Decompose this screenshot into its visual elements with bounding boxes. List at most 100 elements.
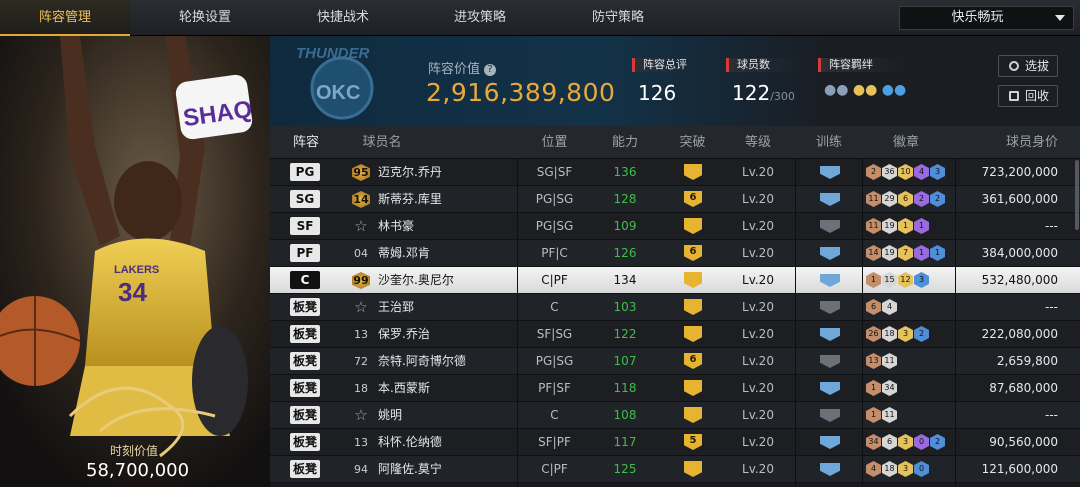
- player-value: ---: [1045, 219, 1058, 233]
- col-position[interactable]: 位置: [522, 126, 587, 159]
- badge-icon: 6: [882, 434, 897, 450]
- badge-list[interactable]: 11 29 6 2 2: [866, 191, 945, 207]
- badge-list[interactable]: 34 6 3 0 2: [866, 434, 945, 450]
- table-row[interactable]: 板凳 ☆ 姚明 C 108 Lv.20 1 11 ---: [270, 402, 1080, 429]
- player-name[interactable]: 奈特.阿奇博尔德: [378, 348, 466, 374]
- player-name[interactable]: 本.西蒙斯: [378, 375, 430, 401]
- col-breakthrough[interactable]: 突破: [660, 126, 725, 159]
- team-logo-text: OKC: [316, 82, 360, 104]
- badge-icon: 34: [882, 380, 897, 396]
- breakthrough-icon[interactable]: [684, 326, 702, 342]
- badge-list[interactable]: 64: [866, 299, 897, 315]
- player-name[interactable]: 姚明: [378, 402, 402, 428]
- badge-icon: 15: [882, 272, 897, 288]
- table-row[interactable]: PF 04 蒂姆.邓肯 PF|C 126 6 Lv.20 14 19 7 1 1 384,000,000: [270, 240, 1080, 267]
- table-row[interactable]: PG 95 迈克尔.乔丹 SG|SF 136 Lv.20 2 36 10 4 3 723,200,00…: [270, 159, 1080, 186]
- badge-list[interactable]: 4 18 3 0: [866, 461, 929, 477]
- player-value: 90,560,000: [989, 435, 1058, 449]
- table-row[interactable]: SG 14 斯蒂芬.库里 PG|SG 128 6 Lv.20 11 29 6 2 2 361,600,0…: [270, 186, 1080, 213]
- badge-list[interactable]: 11 19 1 1: [866, 218, 929, 234]
- table-row[interactable]: 板凳 18 本.西蒙斯 PF|SF 118 Lv.20 1 34 87,680,000: [270, 375, 1080, 402]
- chemistry-icons[interactable]: ●● ●● ●●: [824, 82, 906, 98]
- breakthrough-icon[interactable]: [684, 380, 702, 396]
- jersey-badge: ☆: [354, 217, 368, 235]
- player-name[interactable]: 斯蒂芬.库里: [378, 186, 442, 212]
- lineup-value: 2,916,389,800: [426, 78, 616, 107]
- player-name[interactable]: 林书豪: [378, 213, 414, 239]
- scout-button[interactable]: 选拔: [998, 55, 1058, 77]
- player-name[interactable]: 阿隆佐.莫宁: [378, 456, 442, 482]
- player-name[interactable]: 蒂姆.邓肯: [378, 240, 430, 266]
- col-value[interactable]: 球员身价: [960, 126, 1058, 159]
- breakthrough-icon[interactable]: [684, 272, 702, 288]
- training-icon[interactable]: [820, 409, 840, 422]
- badge-icon: 3: [898, 461, 913, 477]
- player-name[interactable]: 科怀.伦纳德: [378, 429, 442, 455]
- table-row[interactable]: C 99 沙奎尔.奥尼尔 C|PF 134 Lv.20 1 15 12 3 532,480,000: [270, 267, 1080, 294]
- col-ability[interactable]: 能力: [590, 126, 660, 159]
- breakthrough-icon[interactable]: [684, 461, 702, 477]
- col-level[interactable]: 等级: [720, 126, 796, 159]
- table-row[interactable]: 板凳 13 保罗.乔治 SF|SG 122 Lv.20 26 18 3 2 222,080,000: [270, 321, 1080, 348]
- player-card[interactable]: 34 LAKERS SHAQ 时刻价值 58,700,000: [0, 36, 270, 487]
- breakthrough-icon[interactable]: [684, 164, 702, 180]
- badge-list[interactable]: 14 19 7 1 1: [866, 245, 945, 261]
- tab-quick-tactics[interactable]: 快捷战术: [278, 0, 408, 36]
- training-icon[interactable]: [820, 382, 840, 395]
- training-icon[interactable]: [820, 220, 840, 233]
- training-icon[interactable]: [820, 355, 840, 368]
- training-icon[interactable]: [820, 301, 840, 314]
- badge-list[interactable]: 26 18 3 2: [866, 326, 929, 342]
- badge-list[interactable]: 1 11: [866, 407, 897, 423]
- table-row[interactable]: 板凳 13 科怀.伦纳德 SF|PF 117 5 Lv.20 34 6 3 0 2 90,560,000: [270, 429, 1080, 456]
- badge-list[interactable]: 2 36 10 4 3: [866, 164, 945, 180]
- tab-offense[interactable]: 进攻策略: [415, 0, 545, 36]
- col-name[interactable]: 球员名: [352, 126, 412, 159]
- players-label: 球员数: [726, 58, 795, 72]
- chemistry-stat: 阵容羁绊 ●● ●● ●●: [818, 58, 907, 98]
- tab-lineup[interactable]: 阵容管理: [0, 0, 130, 36]
- badge-list[interactable]: 1 15 12 3: [866, 272, 929, 288]
- player-name[interactable]: 王治郅: [378, 294, 414, 320]
- badge-icon: 2: [930, 434, 945, 450]
- training-icon[interactable]: [820, 328, 840, 341]
- badge-icon: 1: [898, 218, 913, 234]
- badge-list[interactable]: 1 34: [866, 380, 897, 396]
- table-row[interactable]: SF ☆ 林书豪 PG|SG 109 Lv.20 11 19 1 1 ---: [270, 213, 1080, 240]
- training-icon[interactable]: [820, 166, 840, 179]
- breakthrough-icon[interactable]: 6: [684, 245, 702, 261]
- scrollbar[interactable]: [1075, 160, 1079, 230]
- roster-table: 阵容 球员名 位置 能力 突破 等级 训练 徽章 球员身价 PG 95 迈克尔.乔丹…: [270, 126, 1080, 487]
- divider: [795, 159, 796, 487]
- breakthrough-icon[interactable]: 6: [684, 191, 702, 207]
- breakthrough-icon[interactable]: [684, 218, 702, 234]
- breakthrough-icon[interactable]: [684, 299, 702, 315]
- recycle-button[interactable]: 回收: [998, 85, 1058, 107]
- training-icon[interactable]: [820, 274, 840, 287]
- table-row[interactable]: 板凳 94 阿隆佐.莫宁 C|PF 125 Lv.20 4 18 3 0 121,600,000: [270, 456, 1080, 483]
- col-slot[interactable]: 阵容: [288, 126, 324, 159]
- player-name[interactable]: 保罗.乔治: [378, 321, 430, 347]
- breakthrough-icon[interactable]: 5: [684, 434, 702, 450]
- breakthrough-icon[interactable]: 6: [684, 353, 702, 369]
- training-icon[interactable]: [820, 193, 840, 206]
- jersey-badge: 13: [354, 436, 368, 449]
- player-name[interactable]: 迈克尔.乔丹: [378, 159, 442, 185]
- col-badges[interactable]: 徽章: [862, 126, 950, 159]
- col-training[interactable]: 训练: [796, 126, 862, 159]
- table-row[interactable]: 板凳 72 奈特.阿奇博尔德 PG|SG 107 6 Lv.20 13 11 2,659,800: [270, 348, 1080, 375]
- training-icon[interactable]: [820, 247, 840, 260]
- help-icon[interactable]: ?: [484, 63, 497, 76]
- tab-defense[interactable]: 防守策略: [553, 0, 683, 36]
- badge-list[interactable]: 13 11: [866, 353, 897, 369]
- table-row[interactable]: 板凳 ☆ 王治郅 C 103 Lv.20 6 4 ---: [270, 294, 1080, 321]
- player-position: C: [550, 408, 559, 422]
- breakthrough-icon[interactable]: [684, 407, 702, 423]
- training-icon[interactable]: [820, 463, 840, 476]
- players-stat: 球员数 122/300: [726, 58, 795, 105]
- player-name[interactable]: 沙奎尔.奥尼尔: [378, 267, 454, 293]
- mode-dropdown[interactable]: 快乐畅玩: [899, 6, 1074, 30]
- tab-rotation[interactable]: 轮换设置: [140, 0, 270, 36]
- player-ability: 117: [613, 435, 637, 449]
- training-icon[interactable]: [820, 436, 840, 449]
